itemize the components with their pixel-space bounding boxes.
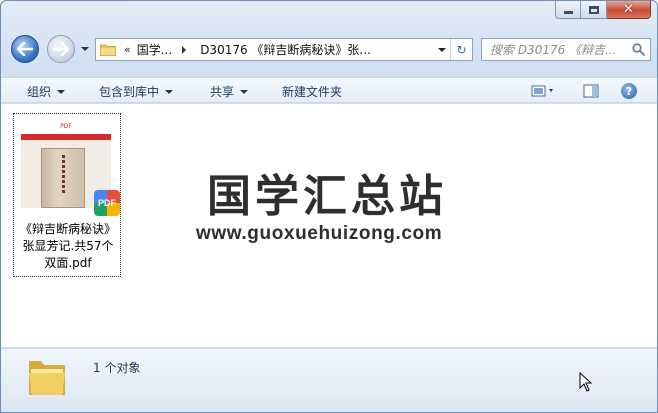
search-placeholder: 搜索 D30176 《辩吉... <box>490 43 617 57</box>
arrow-right-icon <box>53 42 69 56</box>
breadcrumb-separator-icon[interactable] <box>182 45 187 54</box>
include-in-library-label: 包含到库中 <box>99 85 160 99</box>
dropdown-arrow-icon <box>240 89 249 94</box>
arrow-left-icon <box>17 42 33 56</box>
details-pane: 1 个对象 <box>1 348 657 412</box>
search-icon[interactable] <box>632 43 645 56</box>
recent-pages-dropdown[interactable] <box>81 47 89 51</box>
folder-icon <box>100 44 116 56</box>
forward-button[interactable] <box>47 35 75 63</box>
close-button[interactable]: ✕ <box>607 1 651 19</box>
preview-pane-button[interactable] <box>581 81 601 101</box>
book-cover-image <box>41 148 85 208</box>
share-menu[interactable]: 共享 <box>210 83 249 100</box>
maximize-icon <box>588 5 599 14</box>
navigation-bar: « 国学... D30176 《辩吉断病秘诀》张... ↻ 搜索 D30176 … <box>1 29 657 69</box>
maximize-button[interactable] <box>581 1 607 19</box>
address-bar[interactable]: « 国学... D30176 《辩吉断病秘诀》张... ↻ <box>95 38 473 61</box>
mouse-pointer-icon <box>579 372 593 392</box>
back-button[interactable] <box>11 35 39 63</box>
search-box[interactable]: 搜索 D30176 《辩吉... <box>481 38 651 61</box>
organize-label: 组织 <box>27 85 52 99</box>
item-count: 1 个对象 <box>93 361 141 375</box>
watermark-url: www.guoxuehuizong.com <box>196 223 443 244</box>
preview-pane-icon <box>583 84 599 98</box>
pdf-app-icon: PDF <box>94 190 120 216</box>
file-item[interactable]: PDF PDF 《辩吉断病秘诀》 张显芳记.共57个 双面.pdf <box>13 113 121 277</box>
new-folder-button[interactable]: 新建文件夹 <box>282 83 342 100</box>
command-bar: 组织 包含到库中 共享 新建文件夹 ? <box>1 77 657 103</box>
folder-icon <box>29 361 65 395</box>
organize-menu[interactable]: 组织 <box>27 83 66 100</box>
file-name-line: 双面.pdf <box>44 256 92 270</box>
change-view-button[interactable] <box>527 81 561 101</box>
file-name: 《辩吉断病秘诀》 张显芳记.共57个 双面.pdf <box>14 221 122 272</box>
share-label: 共享 <box>210 85 235 99</box>
dropdown-arrow-icon <box>57 89 66 94</box>
new-folder-label: 新建文件夹 <box>282 85 343 99</box>
minimize-button[interactable] <box>555 1 581 19</box>
address-dropdown-icon[interactable] <box>438 48 446 52</box>
breadcrumb-current[interactable]: D30176 《辩吉断病秘诀》张... <box>200 41 371 58</box>
include-in-library-menu[interactable]: 包含到库中 <box>99 83 174 100</box>
dropdown-arrow-icon <box>165 89 174 94</box>
breadcrumb-overflow[interactable]: « <box>124 43 131 56</box>
view-options-icon <box>531 85 553 97</box>
thumbnail-header-label: PDF <box>60 123 72 130</box>
file-name-line: 《辩吉断病秘诀》 <box>19 222 116 236</box>
breadcrumb-item[interactable]: 国学... <box>137 41 172 58</box>
caption-buttons: ✕ <box>555 1 651 21</box>
explorer-window: ✕ « 国学... D30176 《辩吉断病秘诀》张... ↻ 搜索 D3017… <box>0 0 658 413</box>
minimize-icon <box>563 11 573 14</box>
close-icon: ✕ <box>623 2 634 17</box>
refresh-icon: ↻ <box>456 42 467 57</box>
file-name-line: 张显芳记.共57个 <box>22 239 114 253</box>
help-icon: ? <box>621 83 637 99</box>
help-button[interactable]: ? <box>619 81 639 101</box>
file-list-pane[interactable]: PDF PDF 《辩吉断病秘诀》 张显芳记.共57个 双面.pdf 国学汇总站 … <box>1 104 657 347</box>
refresh-button[interactable]: ↻ <box>450 39 472 60</box>
watermark-title: 国学汇总站 <box>207 171 447 222</box>
